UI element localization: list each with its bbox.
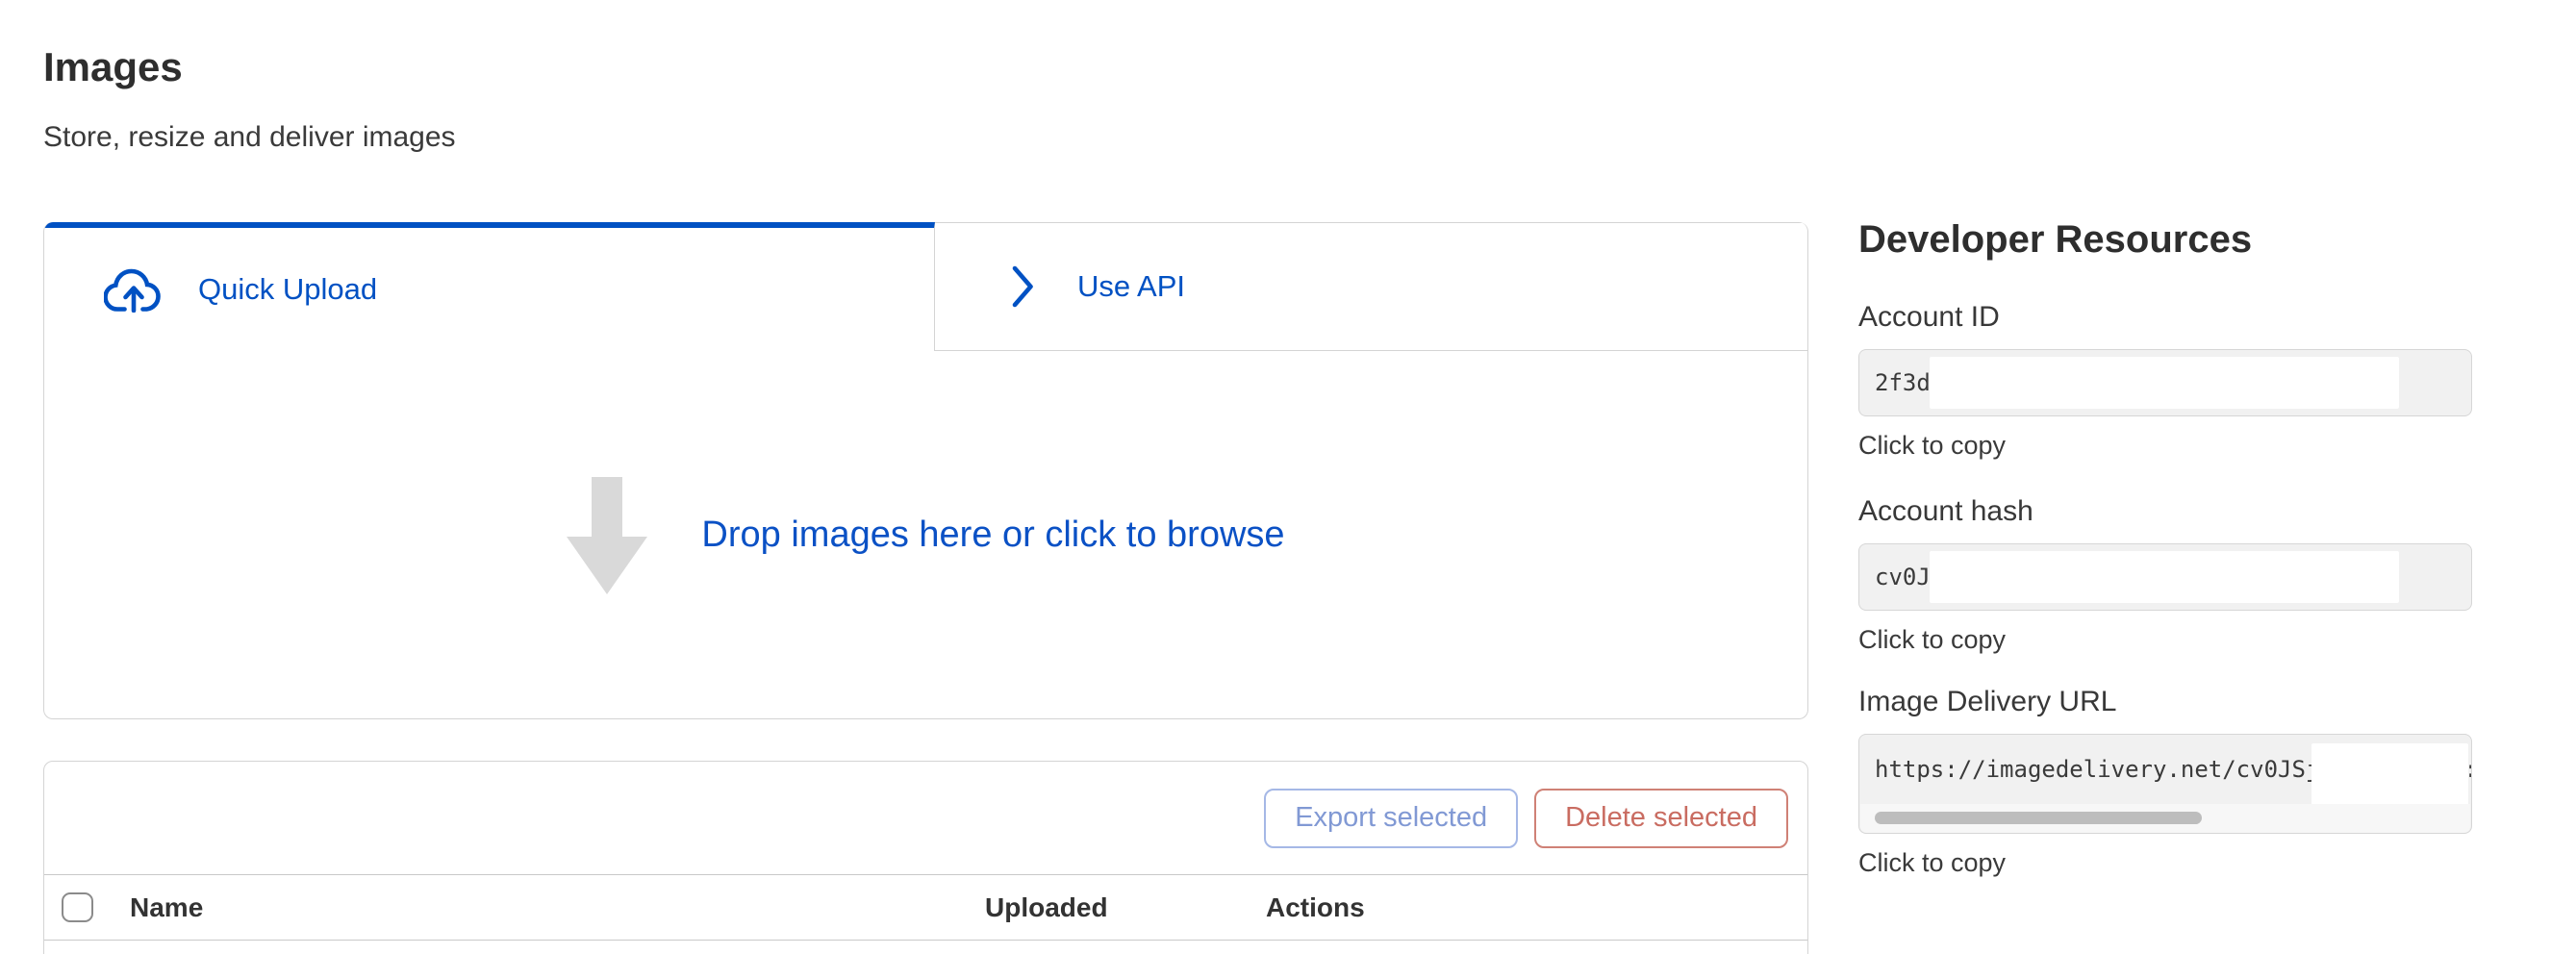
arrow-down-icon bbox=[567, 477, 647, 594]
account-id-copy-hint[interactable]: Click to copy bbox=[1858, 430, 2472, 461]
drop-zone-label: Drop images here or click to browse bbox=[701, 515, 1284, 556]
tab-bar: Quick Upload Use API bbox=[44, 222, 1807, 351]
tab-quick-upload[interactable]: Quick Upload bbox=[44, 222, 935, 351]
page-subtitle: Store, resize and deliver images bbox=[43, 119, 1808, 156]
sidebar-heading: Developer Resources bbox=[1858, 216, 2472, 263]
image-delivery-url-label: Image Delivery URL bbox=[1858, 684, 2472, 720]
tab-use-api[interactable]: Use API bbox=[935, 222, 1807, 351]
main-content: Images Store, resize and deliver images … bbox=[43, 0, 1808, 954]
image-drop-zone[interactable]: Drop images here or click to browse bbox=[44, 351, 1807, 719]
image-delivery-url-copy-hint[interactable]: Click to copy bbox=[1858, 847, 2472, 878]
account-id-field[interactable]: 2f3d bbox=[1858, 349, 2472, 416]
account-id-label: Account ID bbox=[1858, 299, 2472, 336]
image-delivery-url-value-tail: : bbox=[2464, 735, 2472, 804]
account-hash-label: Account hash bbox=[1858, 493, 2472, 530]
redaction-overlay bbox=[1930, 551, 2399, 603]
delete-selected-button[interactable]: Delete selected bbox=[1534, 789, 1788, 848]
bulk-actions-bar: Export selected Delete selected bbox=[44, 762, 1807, 875]
select-all-checkbox[interactable] bbox=[62, 892, 93, 922]
column-header-uploaded: Uploaded bbox=[985, 892, 1266, 923]
upload-panel: Quick Upload Use API Drop images here or… bbox=[43, 222, 1808, 719]
image-delivery-url-field[interactable]: https://imagedelivery.net/cv0JSj : bbox=[1858, 734, 2472, 834]
table-header-row: Name Uploaded Actions bbox=[44, 875, 1807, 941]
export-selected-button[interactable]: Export selected bbox=[1264, 789, 1518, 848]
column-header-name: Name bbox=[130, 892, 985, 923]
cloud-upload-icon bbox=[104, 266, 164, 313]
account-hash-copy-hint[interactable]: Click to copy bbox=[1858, 624, 2472, 655]
image-list-panel: Export selected Delete selected Name Upl… bbox=[43, 761, 1808, 954]
account-hash-group: Account hash cv0J Click to copy bbox=[1858, 493, 2472, 655]
image-delivery-url-group: Image Delivery URL https://imagedelivery… bbox=[1858, 684, 2472, 878]
column-header-actions: Actions bbox=[1266, 892, 1807, 923]
url-scrollbar-thumb[interactable] bbox=[1875, 812, 2202, 824]
tab-quick-upload-label: Quick Upload bbox=[198, 272, 377, 307]
page-title: Images bbox=[43, 42, 1808, 92]
account-id-group: Account ID 2f3d Click to copy bbox=[1858, 299, 2472, 461]
developer-resources-sidebar: Developer Resources Account ID 2f3d Clic… bbox=[1858, 0, 2472, 878]
redaction-overlay bbox=[2311, 743, 2468, 805]
tab-use-api-label: Use API bbox=[1077, 269, 1185, 304]
account-hash-field[interactable]: cv0J bbox=[1858, 543, 2472, 611]
chevron-right-icon bbox=[1012, 265, 1035, 308]
redaction-overlay bbox=[1930, 357, 2399, 409]
